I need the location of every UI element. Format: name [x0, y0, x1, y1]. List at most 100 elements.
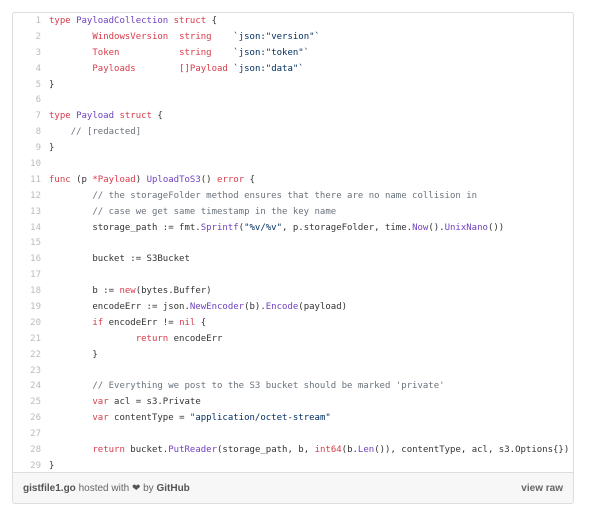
line-code: if encodeErr != nil {	[49, 316, 206, 332]
code-line: 6	[13, 93, 573, 109]
code-token: ()), contentType, acl, s3.Options{})	[374, 445, 570, 456]
code-token: (bytes.Buffer)	[135, 286, 212, 297]
code-token: )	[135, 174, 147, 185]
code-token: PutReader	[168, 445, 218, 456]
line-number[interactable]: 3	[13, 46, 49, 62]
code-token: b :=	[49, 286, 120, 297]
code-token: (b).	[244, 302, 266, 313]
line-number[interactable]: 7	[13, 109, 49, 125]
code-line: 4 Payloads []Payload `json:"data"`	[13, 62, 573, 78]
code-token: Now	[412, 222, 429, 233]
view-raw-link[interactable]: view raw	[521, 483, 563, 494]
code-token: `json:"data"`	[233, 63, 304, 74]
github-link[interactable]: GitHub	[156, 483, 189, 494]
line-code: func (p *Payload) UploadToS3() error {	[49, 173, 255, 189]
code-token: encodeErr := json.	[49, 302, 190, 313]
code-token: {	[195, 317, 207, 328]
line-number[interactable]: 20	[13, 316, 49, 332]
line-number[interactable]: 6	[13, 93, 49, 109]
line-number[interactable]: 16	[13, 252, 49, 268]
filename-link[interactable]: gistfile1.go	[23, 483, 76, 494]
line-number[interactable]: 25	[13, 395, 49, 411]
code-line: 12 // the storageFolder method ensures t…	[13, 189, 573, 205]
hosted-with-text: hosted with	[75, 482, 132, 494]
line-number[interactable]: 21	[13, 332, 49, 348]
line-number[interactable]: 12	[13, 189, 49, 205]
code-token: var	[92, 397, 109, 408]
code-line: 13 // case we get same timestamp in the …	[13, 205, 573, 221]
line-code: // the storageFolder method ensures that…	[49, 189, 477, 205]
code-token: // Everything we post to the S3 bucket s…	[92, 381, 445, 392]
code-line: 14 storage_path := fmt.Sprintf("%v/%v", …	[13, 221, 573, 237]
code-token: {	[206, 16, 217, 26]
line-code: var acl = s3.Private	[49, 395, 201, 411]
code-token: bucket.	[124, 445, 169, 456]
line-number[interactable]: 2	[13, 30, 49, 46]
line-number[interactable]: 15	[13, 236, 49, 252]
line-number[interactable]: 1	[13, 14, 49, 30]
line-code: encodeErr := json.NewEncoder(b).Encode(p…	[49, 300, 347, 316]
code-token: acl = s3.Private	[108, 397, 201, 408]
code-token: "%v/%v"	[244, 222, 283, 233]
line-code: // case we get same timestamp in the key…	[49, 205, 336, 221]
code-token: ()	[200, 174, 218, 185]
code-token: new	[119, 286, 136, 297]
line-code: return bucket.PutReader(storage_path, b,…	[49, 443, 569, 459]
code-line: 9}	[13, 141, 573, 157]
line-number[interactable]: 4	[13, 62, 49, 78]
code-token: }	[49, 143, 55, 154]
code-line: 8 // [redacted]	[13, 125, 573, 141]
code-token: var	[92, 413, 109, 424]
code-token: (b.	[341, 445, 358, 456]
code-token: return	[92, 445, 125, 456]
code-token: type	[49, 111, 77, 122]
by-text: by	[140, 482, 157, 494]
line-number[interactable]: 17	[13, 268, 49, 284]
line-number[interactable]: 26	[13, 411, 49, 427]
line-number[interactable]: 9	[13, 141, 49, 157]
code-token: int64	[314, 445, 342, 456]
code-token: struct	[173, 16, 207, 26]
code-line: 1 type PayloadCollection struct {	[13, 14, 573, 30]
line-code: }	[49, 348, 97, 364]
code-token: WindowsVersion	[92, 31, 169, 42]
line-number[interactable]: 14	[13, 221, 49, 237]
code-token: NewEncoder	[189, 302, 245, 313]
line-number[interactable]: 18	[13, 284, 49, 300]
code-token: (p	[70, 174, 93, 185]
code-line: 25 var acl = s3.Private	[13, 395, 573, 411]
code-token: }	[49, 79, 55, 90]
line-number[interactable]: 24	[13, 379, 49, 395]
code-token: UnixNano	[444, 222, 488, 233]
line-code: storage_path := fmt.Sprintf("%v/%v", p.s…	[49, 221, 504, 237]
line-number[interactable]: 11	[13, 173, 49, 189]
code-line: 23	[13, 364, 573, 380]
code-token: ().	[428, 222, 445, 233]
line-number[interactable]: 27	[13, 427, 49, 443]
line-number[interactable]: 5	[13, 78, 49, 94]
line-number[interactable]: 23	[13, 364, 49, 380]
code-line: 2 WindowsVersion string `json:"version"`	[13, 30, 573, 46]
gist-meta-footer: gistfile1.go hosted with ❤ by GitHub vie…	[13, 472, 573, 503]
code-token: type	[49, 16, 77, 26]
line-number[interactable]: 28	[13, 443, 49, 459]
line-number[interactable]: 13	[13, 205, 49, 221]
code-token: ())	[487, 222, 505, 233]
line-number[interactable]: 19	[13, 300, 49, 316]
line-code: b := new(bytes.Buffer)	[49, 284, 212, 300]
line-number[interactable]: 22	[13, 348, 49, 364]
line-number[interactable]: 10	[13, 157, 49, 173]
line-code: // [redacted]	[49, 125, 141, 141]
line-number[interactable]: 8	[13, 125, 49, 141]
code-line: 24 // Everything we post to the S3 bucke…	[13, 379, 573, 395]
line-code: bucket := S3Bucket	[49, 252, 190, 268]
code-line: 27	[13, 427, 573, 443]
code-token: {	[244, 174, 255, 185]
